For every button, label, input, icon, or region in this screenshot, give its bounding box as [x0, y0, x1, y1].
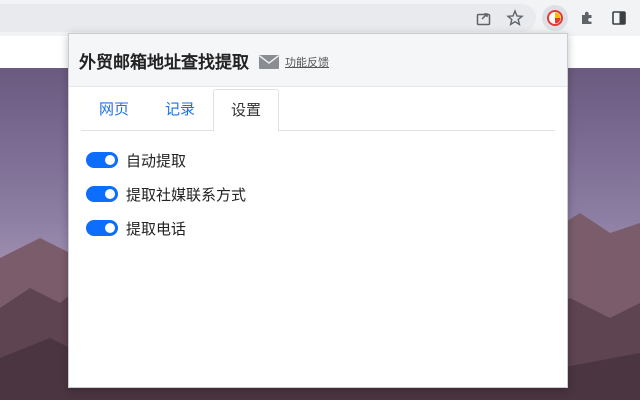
setting-social-extract: 提取社媒联系方式 [86, 177, 567, 211]
side-panel-button[interactable] [606, 5, 632, 31]
toggle-knob [105, 189, 115, 199]
auto-extract-toggle[interactable] [86, 152, 118, 168]
toggle-knob [105, 155, 115, 165]
extension-popup: 外贸邮箱地址查找提取 功能反馈 网页 记录 设置 自动提取 提取社媒联系方式 提… [68, 33, 568, 388]
extension-button[interactable] [542, 5, 568, 31]
browser-toolbar [0, 0, 640, 36]
tab-records[interactable]: 记录 [155, 89, 205, 131]
auto-extract-label: 自动提取 [126, 151, 187, 170]
popup-title: 外贸邮箱地址查找提取 [79, 52, 249, 73]
address-bar[interactable] [0, 4, 536, 32]
setting-phone-extract: 提取电话 [86, 211, 567, 245]
puzzle-icon [582, 11, 592, 24]
phone-extract-toggle[interactable] [86, 220, 118, 236]
extension-active-icon [547, 10, 563, 26]
feedback-label: 功能反馈 [285, 55, 329, 69]
star-icon [506, 9, 524, 27]
toggle-knob [105, 223, 115, 233]
settings-list: 自动提取 提取社媒联系方式 提取电话 [86, 143, 567, 245]
tab-webpage[interactable]: 网页 [89, 89, 139, 131]
phone-extract-label: 提取电话 [126, 219, 187, 238]
envelope-icon [259, 54, 279, 69]
setting-auto-extract: 自动提取 [86, 143, 567, 177]
share-button[interactable] [471, 5, 497, 31]
side-panel-icon [612, 11, 626, 25]
social-extract-toggle[interactable] [86, 186, 118, 202]
share-icon [476, 13, 491, 26]
tab-bar: 网页 记录 设置 [81, 89, 555, 132]
popup-header: 外贸邮箱地址查找提取 功能反馈 [69, 34, 567, 87]
extensions-menu-button[interactable] [574, 5, 600, 31]
feedback-link[interactable]: 功能反馈 [259, 54, 329, 70]
bookmark-button[interactable] [502, 5, 528, 31]
social-extract-label: 提取社媒联系方式 [126, 185, 247, 204]
tab-settings[interactable]: 设置 [213, 89, 279, 132]
